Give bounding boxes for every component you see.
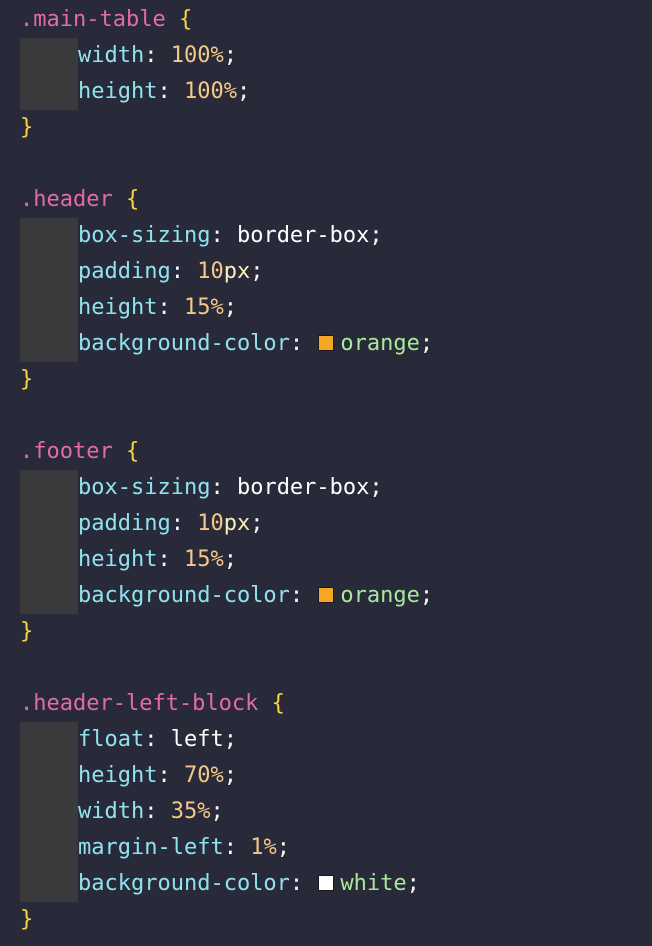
code-line-width[interactable]: width: 100%; [78, 38, 237, 74]
code-line-height[interactable]: height: 15%; [78, 542, 237, 578]
open-brace: { [178, 7, 193, 32]
close-brace: } [20, 907, 34, 932]
unit: % [197, 799, 211, 824]
property-name: height [78, 763, 158, 788]
indent-guide [20, 578, 78, 614]
property-name: box-sizing [78, 475, 211, 500]
code-line-close[interactable]: } [20, 902, 33, 938]
code-line-close[interactable]: } [20, 110, 33, 146]
color-value: white [340, 871, 407, 896]
indent-guide [20, 470, 78, 506]
unit: % [263, 835, 277, 860]
code-line-background-color[interactable]: background-color: orange; [78, 578, 433, 614]
number-value: 1 [250, 835, 264, 860]
code-line-padding[interactable]: padding: 10px; [78, 506, 263, 542]
code-line-main-table-selector[interactable]: .main-table { [20, 2, 192, 38]
code-line-height[interactable]: height: 100%; [78, 74, 250, 110]
keyword-value: border-box [236, 223, 370, 248]
number-value: 70 [183, 763, 211, 788]
open-brace: { [125, 439, 140, 464]
property-name: padding [78, 259, 171, 284]
indent-guide [20, 74, 78, 110]
code-line-close[interactable]: } [20, 362, 33, 398]
property-name: margin-left [78, 835, 224, 860]
selector-footer: .footer [20, 439, 113, 464]
open-brace: { [125, 187, 140, 212]
selector-main-table: .main-table [20, 7, 166, 32]
unit: px [223, 511, 251, 536]
code-line-box-sizing[interactable]: box-sizing: border-box; [78, 470, 383, 506]
indent-guide [20, 326, 78, 362]
keyword-value: left [170, 727, 224, 752]
indent-guide [20, 794, 78, 830]
code-line-margin-left[interactable]: margin-left: 1%; [78, 830, 290, 866]
property-name: background-color [78, 871, 290, 896]
number-value: 100 [183, 79, 224, 104]
property-name: height [78, 295, 158, 320]
property-name: height [78, 79, 158, 104]
unit: px [223, 259, 251, 284]
code-line-background-color[interactable]: background-color: white; [78, 866, 420, 902]
code-line-background-color[interactable]: background-color: orange; [78, 326, 433, 362]
indent-guide [20, 506, 78, 542]
color-swatch-orange[interactable] [318, 335, 335, 351]
indent-guide [20, 218, 78, 254]
color-swatch-white[interactable] [318, 875, 335, 891]
unit: % [210, 43, 224, 68]
color-swatch-orange[interactable] [318, 587, 335, 603]
code-line-float[interactable]: float: left; [78, 722, 237, 758]
indent-guide [20, 254, 78, 290]
close-brace: } [20, 619, 34, 644]
property-name: width [78, 43, 145, 68]
property-name: box-sizing [78, 223, 211, 248]
number-value: 10 [197, 259, 224, 284]
open-brace: { [271, 691, 285, 716]
number-value: 100 [170, 43, 211, 68]
code-line-height[interactable]: height: 15%; [78, 290, 237, 326]
number-value: 15 [183, 295, 211, 320]
number-value: 35 [170, 799, 198, 824]
property-name: padding [78, 511, 171, 536]
indent-guide [20, 722, 78, 758]
close-brace: } [20, 367, 34, 392]
property-name: background-color [78, 331, 290, 356]
indent-guide [20, 542, 78, 578]
keyword-value: border-box [236, 475, 370, 500]
indent-guide [20, 758, 78, 794]
code-line-height[interactable]: height: 70%; [78, 758, 237, 794]
unit: % [210, 295, 224, 320]
code-line-footer-selector[interactable]: .footer { [20, 434, 139, 470]
indent-guide [20, 290, 78, 326]
number-value: 15 [183, 547, 211, 572]
property-name: background-color [78, 583, 290, 608]
code-editor[interactable]: .main-table { width: 100%; height: 100%;… [0, 0, 652, 946]
code-line-header-left-block-selector[interactable]: .header-left-block { [20, 686, 285, 722]
indent-guide [20, 866, 78, 902]
color-value: orange [340, 583, 420, 608]
indent-guide [20, 38, 78, 74]
code-line-padding[interactable]: padding: 10px; [78, 254, 263, 290]
property-name: height [78, 547, 158, 572]
unit: % [210, 763, 224, 788]
property-name: float [78, 727, 145, 752]
indent-guide [20, 830, 78, 866]
code-line-box-sizing[interactable]: box-sizing: border-box; [78, 218, 383, 254]
unit: % [223, 79, 237, 104]
selector-header: .header [20, 187, 113, 212]
close-brace: } [20, 115, 34, 140]
code-line-header-selector[interactable]: .header { [20, 182, 139, 218]
code-line-close[interactable]: } [20, 614, 33, 650]
property-name: width [78, 799, 145, 824]
selector-header-left-block: .header-left-block [20, 691, 259, 716]
number-value: 10 [197, 511, 224, 536]
code-line-width[interactable]: width: 35%; [78, 794, 224, 830]
color-value: orange [340, 331, 420, 356]
unit: % [210, 547, 224, 572]
